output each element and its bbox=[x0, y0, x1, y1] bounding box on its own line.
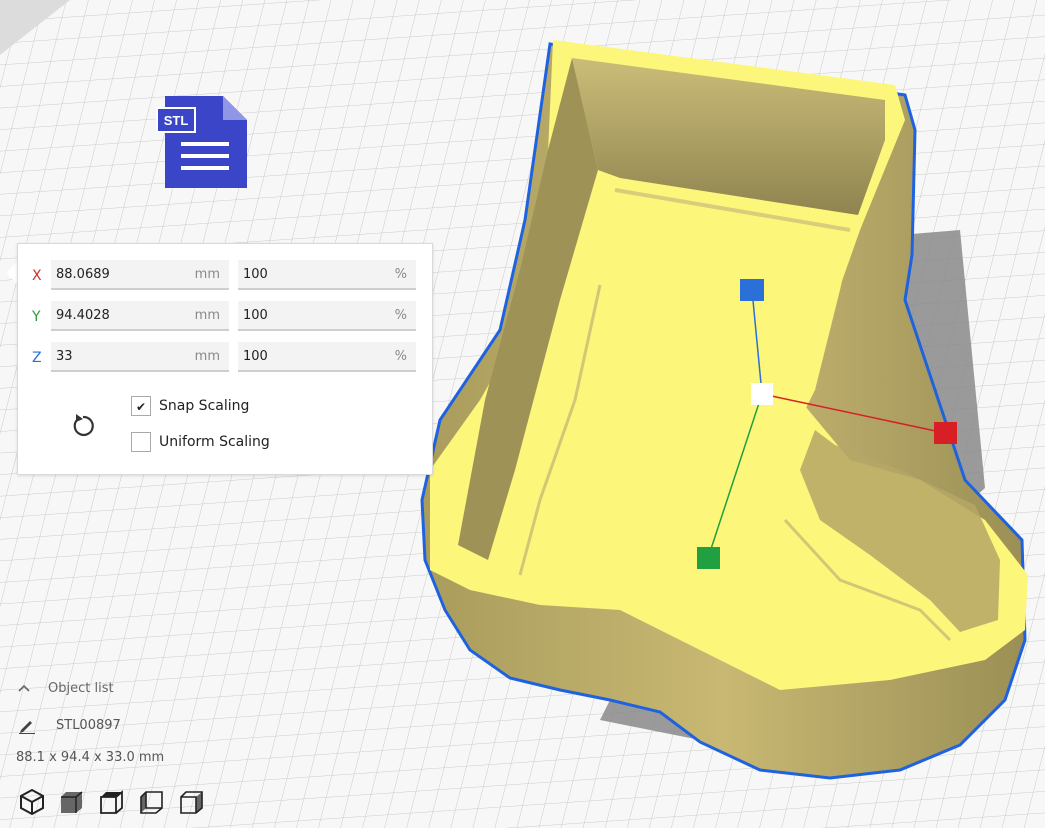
x-percent-input[interactable]: 100 % bbox=[238, 260, 416, 290]
scale-panel-arrow bbox=[6, 262, 17, 284]
scale-handle-center[interactable] bbox=[751, 383, 773, 405]
reset-icon[interactable] bbox=[68, 411, 98, 441]
axis-y-label: Y bbox=[32, 309, 41, 325]
y-size-input[interactable]: 94.4028 mm bbox=[51, 301, 229, 331]
scale-handle-z[interactable] bbox=[740, 279, 764, 301]
object-list-label: Object list bbox=[48, 681, 114, 696]
y-size-value: 94.4028 bbox=[56, 308, 110, 323]
left-view-icon[interactable] bbox=[136, 786, 168, 818]
top-view-icon[interactable] bbox=[96, 786, 128, 818]
scale-row-x: X 88.0689 mm 100 % bbox=[18, 260, 432, 292]
scale-row-z: Z 33 mm 100 % bbox=[18, 342, 432, 374]
y-percent-unit: % bbox=[394, 308, 407, 323]
stl-icon-label: STL bbox=[164, 113, 189, 128]
axis-x-label: X bbox=[32, 268, 42, 284]
3d-view-icon[interactable] bbox=[16, 786, 48, 818]
scale-handle-y[interactable] bbox=[697, 547, 720, 569]
y-percent-value: 100 bbox=[243, 308, 268, 323]
chevron-up-icon bbox=[18, 684, 30, 692]
front-view-icon[interactable] bbox=[56, 786, 88, 818]
right-view-icon[interactable] bbox=[176, 786, 208, 818]
stl-file-icon: STL bbox=[156, 96, 247, 188]
x-percent-value: 100 bbox=[243, 267, 268, 282]
scale-tool-panel: X 88.0689 mm 100 % Y 94.4028 mm 100 % Z … bbox=[17, 243, 433, 475]
object-name: STL00897 bbox=[56, 718, 121, 733]
snap-scaling-label: Snap Scaling bbox=[159, 398, 250, 414]
z-percent-value: 100 bbox=[243, 349, 268, 364]
z-percent-input[interactable]: 100 % bbox=[238, 342, 416, 372]
uniform-scaling-label: Uniform Scaling bbox=[159, 434, 270, 450]
z-percent-unit: % bbox=[394, 349, 407, 364]
y-percent-input[interactable]: 100 % bbox=[238, 301, 416, 331]
uniform-scaling-checkbox[interactable] bbox=[131, 432, 151, 452]
pencil-icon[interactable] bbox=[18, 718, 36, 734]
scale-row-y: Y 94.4028 mm 100 % bbox=[18, 301, 432, 333]
x-percent-unit: % bbox=[394, 267, 407, 282]
checkmark-icon: ✔ bbox=[136, 400, 147, 414]
x-size-input[interactable]: 88.0689 mm bbox=[51, 260, 229, 290]
axis-z-label: Z bbox=[32, 350, 42, 366]
x-size-unit: mm bbox=[194, 267, 220, 282]
snap-scaling-checkbox[interactable]: ✔ bbox=[131, 396, 151, 416]
y-size-unit: mm bbox=[194, 308, 220, 323]
scale-handle-x[interactable] bbox=[934, 422, 957, 444]
z-size-value: 33 bbox=[56, 349, 73, 364]
object-dimensions: 88.1 x 94.4 x 33.0 mm bbox=[16, 750, 165, 765]
z-size-input[interactable]: 33 mm bbox=[51, 342, 229, 372]
z-size-unit: mm bbox=[194, 349, 220, 364]
x-size-value: 88.0689 bbox=[56, 267, 110, 282]
